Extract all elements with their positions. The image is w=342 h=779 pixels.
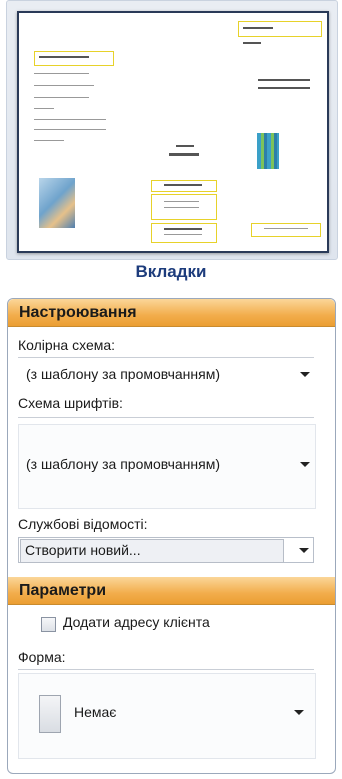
- divider: [18, 669, 314, 670]
- business-info-label: Службові відомості:: [18, 516, 148, 532]
- divider: [18, 417, 314, 418]
- preview-placeholder-box: [34, 51, 114, 66]
- preview-photo-image: [39, 178, 75, 228]
- preview-placeholder-box: [151, 223, 217, 243]
- chevron-down-icon: [299, 548, 309, 553]
- preview-text-line: [39, 56, 89, 58]
- customer-address-label[interactable]: Додати адресу клієнта: [63, 614, 210, 630]
- preview-text-line: [243, 42, 261, 44]
- preview-text-line: [258, 79, 310, 81]
- task-pane: Настроювання Колірна схема: (з шаблону з…: [7, 298, 336, 774]
- template-preview-panel: [6, 0, 338, 260]
- preview-text-line: [164, 207, 199, 208]
- business-info-value: Створити новий...: [25, 542, 141, 558]
- business-info-dropdown[interactable]: Створити новий...: [18, 537, 314, 563]
- preview-text-line: [34, 119, 106, 120]
- color-scheme-dropdown[interactable]: (з шаблону за промовчанням): [18, 361, 314, 387]
- form-dropdown[interactable]: [18, 673, 316, 759]
- preview-text-line: [164, 184, 202, 186]
- options-section-header[interactable]: Параметри: [8, 577, 335, 605]
- font-scheme-label: Схема шрифтів:: [18, 395, 123, 411]
- preview-text-line: [34, 108, 54, 109]
- form-value: Немає: [74, 704, 117, 720]
- preview-placeholder-box: [151, 180, 217, 192]
- preview-text-line: [34, 85, 94, 86]
- preview-text-line: [243, 27, 273, 29]
- preview-text-line: [264, 228, 308, 229]
- divider: [18, 357, 314, 358]
- preview-text-line: [176, 145, 194, 147]
- color-scheme-label: Колірна схема:: [18, 337, 116, 353]
- preview-building-image: [257, 133, 279, 169]
- preview-placeholder-box: [251, 223, 321, 237]
- font-scheme-dropdown[interactable]: (з шаблону за промовчанням): [18, 451, 314, 477]
- preview-text-line: [34, 97, 89, 98]
- color-scheme-value: (з шаблону за промовчанням): [26, 366, 220, 382]
- font-scheme-value: (з шаблону за промовчанням): [26, 456, 220, 472]
- preview-text-line: [34, 140, 64, 141]
- preview-text-line: [258, 87, 310, 89]
- preview-text-line: [169, 153, 199, 156]
- chevron-down-icon: [294, 710, 304, 715]
- form-label: Форма:: [18, 649, 66, 665]
- preview-text-line: [164, 201, 199, 202]
- chevron-down-icon: [300, 462, 310, 467]
- chevron-down-icon: [300, 372, 310, 377]
- preview-text-line: [164, 234, 202, 235]
- preview-placeholder-box: [238, 21, 322, 37]
- template-caption: Вкладки: [135, 262, 207, 281]
- form-thumbnail-icon: [39, 695, 61, 733]
- preview-text-line: [164, 228, 202, 230]
- customize-section-header[interactable]: Настроювання: [8, 299, 335, 327]
- preview-text-line: [34, 73, 89, 74]
- customer-address-checkbox[interactable]: [41, 617, 56, 632]
- preview-text-line: [34, 129, 106, 130]
- template-preview-thumbnail[interactable]: [17, 11, 329, 253]
